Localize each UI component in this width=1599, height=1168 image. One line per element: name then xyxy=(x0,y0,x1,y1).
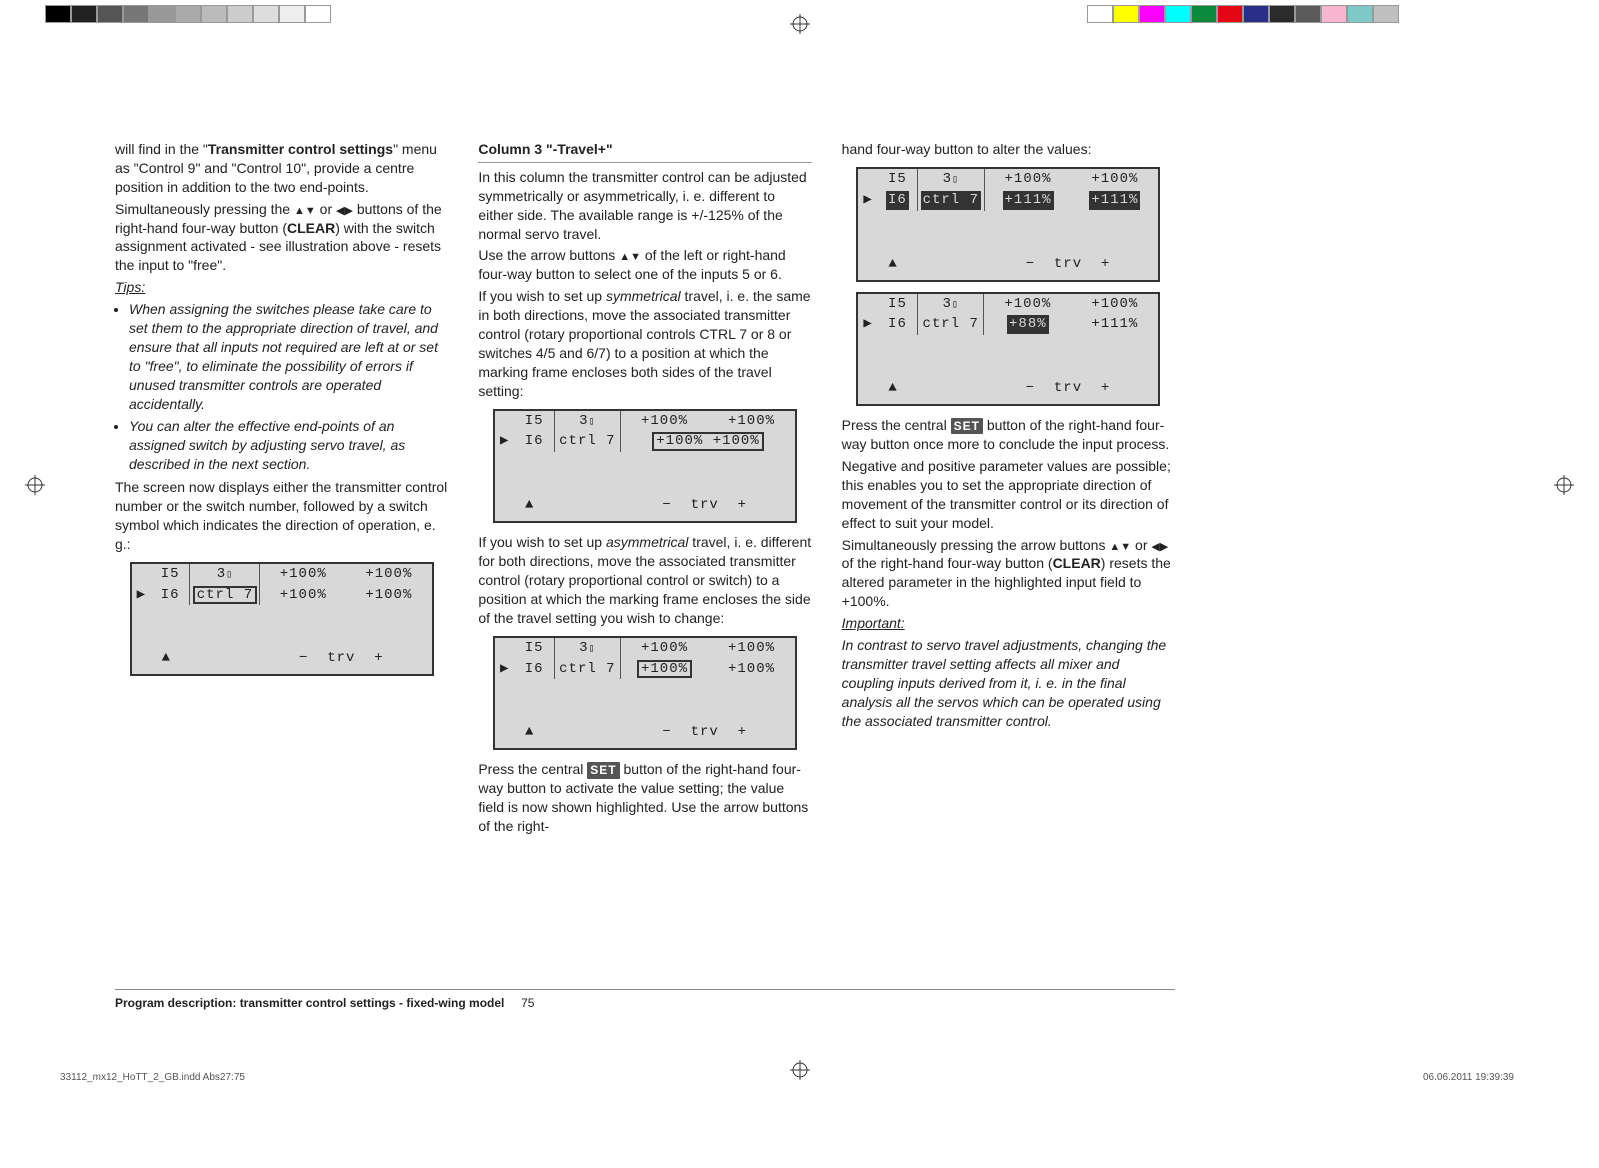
up-down-icon: ▲▼ xyxy=(294,205,316,217)
tips-heading: Tips: xyxy=(115,278,448,297)
page-footer: Program description: transmitter control… xyxy=(115,989,1175,1010)
footer-title: Program description: transmitter control… xyxy=(115,996,504,1010)
section-heading: Column 3 "-Travel+" xyxy=(478,140,811,159)
body-text: Use the arrow buttons ▲▼ of the left or … xyxy=(478,246,811,284)
crosshair-icon xyxy=(25,475,45,495)
lcd-screenshot: I53▯+100%+100% ▶I6ctrl 7+100% +100% ▲− t… xyxy=(493,409,797,524)
crosshair-icon xyxy=(1554,475,1574,495)
body-text: If you wish to set up symmetrical travel… xyxy=(478,287,811,400)
page-content: will find in the "Transmitter control se… xyxy=(115,140,1175,1010)
left-right-icon: ◀▶ xyxy=(336,205,353,217)
list-item: When assigning the switches please take … xyxy=(129,300,448,413)
body-text: Press the central SET button of the righ… xyxy=(478,760,811,836)
set-badge: SET xyxy=(951,418,983,434)
lcd-screenshot: I53▯+100%+100% ▶I6ctrl 7+100%+100% ▲− tr… xyxy=(130,562,434,677)
set-badge: SET xyxy=(587,762,619,778)
color-swatches xyxy=(1087,5,1399,23)
body-text: If you wish to set up asymmetrical trave… xyxy=(478,533,811,627)
tips-list: When assigning the switches please take … xyxy=(115,300,448,474)
lcd-screenshot: I53▯+100%+100% ▶I6ctrl 7+100%+100% ▲− tr… xyxy=(493,636,797,751)
list-item: You can alter the effective end-points o… xyxy=(129,417,448,474)
body-text: Negative and positive parameter values a… xyxy=(842,457,1175,533)
page-number: 75 xyxy=(521,996,534,1010)
left-right-icon: ◀▶ xyxy=(1151,541,1168,553)
imposition-timestamp: 06.06.2011 19:39:39 xyxy=(1423,1072,1514,1083)
body-text: hand four-way button to alter the values… xyxy=(842,140,1175,159)
body-text: In contrast to servo travel adjustments,… xyxy=(842,636,1175,730)
imposition-filename: 33112_mx12_HoTT_2_GB.indd Abs27:75 xyxy=(60,1072,245,1083)
up-down-icon: ▲▼ xyxy=(1109,541,1131,553)
up-down-icon: ▲▼ xyxy=(619,251,641,263)
body-text: The screen now displays either the trans… xyxy=(115,478,448,554)
lcd-screenshot: I53▯+100%+100% ▶I6ctrl 7+88%+111% ▲− trv… xyxy=(856,292,1160,407)
body-text: In this column the transmitter control c… xyxy=(478,168,811,244)
crosshair-icon xyxy=(790,14,810,34)
gray-swatches xyxy=(45,5,331,23)
body-text: Simultaneously pressing the ▲▼ or ◀▶ but… xyxy=(115,200,448,276)
body-text: will find in the "Transmitter control se… xyxy=(115,140,448,197)
body-text: Simultaneously pressing the arrow button… xyxy=(842,536,1175,612)
lcd-screenshot: I53▯+100%+100% ▶I6ctrl 7+111%+111% ▲− tr… xyxy=(856,167,1160,282)
crosshair-icon xyxy=(790,1060,810,1080)
important-heading: Important: xyxy=(842,614,1175,633)
body-text: Press the central SET button of the righ… xyxy=(842,416,1175,454)
